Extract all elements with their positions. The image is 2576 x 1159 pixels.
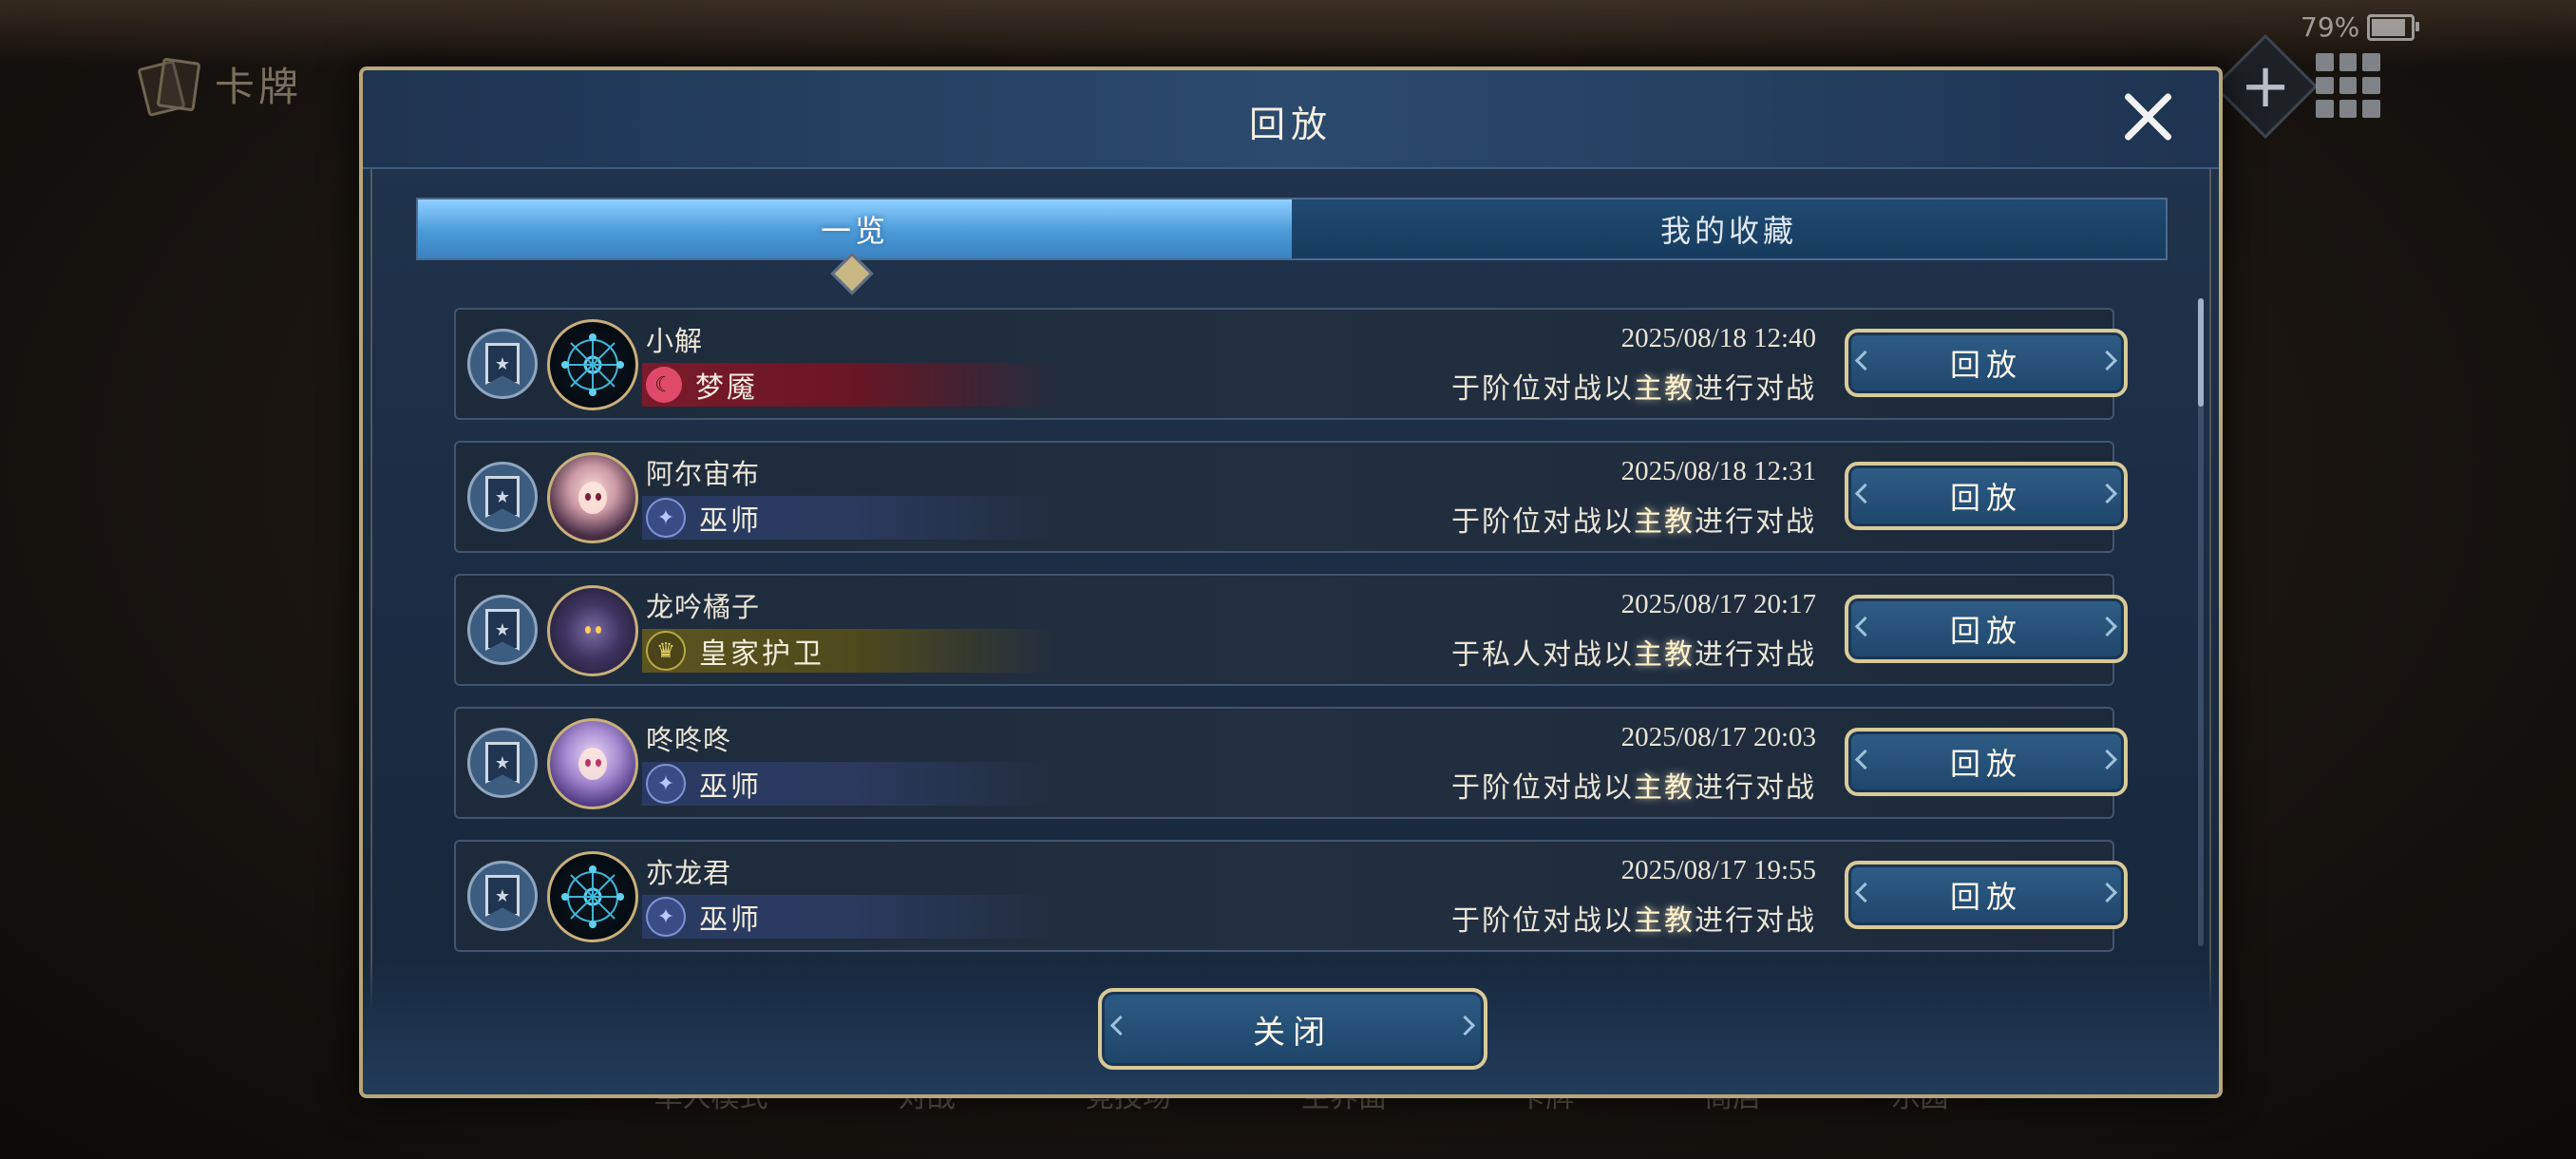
section-title-label: 卡牌 — [215, 64, 303, 110]
replay-description: 于私人对战以主教进行对战 — [1341, 631, 1816, 673]
plus-icon: + — [2240, 51, 2291, 122]
mode-text: 于阶位对战以 — [1451, 904, 1634, 938]
replay-row: ★ 龙吟橘子 ♛ 皇家护卫 2025/08/17 20:17 于私人对战以主教进… — [454, 574, 2128, 686]
nightmare-class-icon: ☾ — [646, 367, 682, 403]
replay-button[interactable]: 回放 — [1845, 462, 2128, 530]
avatar — [547, 851, 638, 942]
replay-button[interactable]: 回放 — [1845, 861, 2128, 929]
replay-row: ★ 亦龙君 ✦ 巫师 2025/08/17 19:55 于阶位对战以主教进行对战… — [454, 840, 2128, 952]
close-button[interactable]: 关闭 — [1098, 988, 1487, 1070]
avatar — [547, 585, 638, 676]
replay-row: ★ 阿尔宙布 ✦ 巫师 2025/08/18 12:31 于阶位对战以主教进行对… — [454, 441, 2128, 553]
replay-button[interactable]: 回放 — [1845, 728, 2128, 796]
replay-description: 于阶位对战以主教进行对战 — [1341, 498, 1816, 540]
emblem-icon — [561, 865, 624, 928]
mage-class-icon: ✦ — [646, 764, 686, 804]
close-icon[interactable] — [2120, 89, 2175, 144]
role-text: 主教 — [1634, 638, 1695, 672]
class-name: 巫师 — [699, 903, 762, 937]
role-text: 主教 — [1634, 771, 1695, 805]
mode-text: 于阶位对战以 — [1451, 372, 1634, 406]
mode-text: 于阶位对战以 — [1451, 771, 1634, 805]
battery-percent: 79% — [2301, 11, 2360, 43]
role-text: 主教 — [1634, 505, 1695, 539]
scroll-thumb[interactable] — [2198, 298, 2204, 407]
mode-suffix: 进行对战 — [1695, 505, 1816, 539]
player-name: 龙吟橘子 — [646, 591, 761, 623]
replay-button[interactable]: 回放 — [1845, 595, 2128, 663]
replay-datetime: 2025/08/18 12:40 — [1620, 323, 1816, 353]
scrollbar[interactable] — [2198, 298, 2204, 946]
player-name: 小解 — [646, 325, 704, 357]
dialog-header: 回放 — [363, 70, 2219, 169]
tab-my-favorites[interactable]: 我的收藏 — [1292, 200, 2166, 258]
battery-icon — [2367, 13, 2420, 41]
mode-suffix: 进行对战 — [1695, 638, 1816, 672]
replay-description: 于阶位对战以主教进行对战 — [1341, 764, 1816, 806]
bookmark-star-icon: ★ — [485, 476, 520, 518]
replay-list: ★ 小解 ☾ 梦魇 2025/08/18 12:40 于阶位对战以主教进行对战 … — [454, 308, 2128, 973]
mage-class-icon: ✦ — [646, 897, 686, 937]
replay-datetime: 2025/08/18 12:31 — [1620, 456, 1816, 486]
bookmark-star-icon: ★ — [485, 875, 520, 917]
favorite-button[interactable]: ★ — [467, 329, 538, 399]
tab-overview[interactable]: 一览 — [418, 200, 1292, 258]
replay-datetime: 2025/08/17 20:03 — [1620, 722, 1816, 752]
mode-suffix: 进行对战 — [1695, 372, 1816, 406]
class-badge: ✦ 巫师 — [642, 762, 1060, 806]
mode-suffix: 进行对战 — [1695, 771, 1816, 805]
replay-dialog: 回放 一览 我的收藏 ★ 小解 ☾ 梦魇 2025/08/18 12:40 于阶… — [359, 66, 2223, 1098]
player-name: 阿尔宙布 — [646, 458, 761, 490]
royal-crown-icon: ♛ — [646, 631, 686, 671]
class-name: 巫师 — [699, 504, 762, 538]
mode-suffix: 进行对战 — [1695, 904, 1816, 938]
class-badge: ✦ 巫师 — [642, 496, 1060, 540]
bookmark-star-icon: ★ — [485, 343, 520, 385]
player-name: 咚咚咚 — [646, 724, 732, 756]
bookmark-star-icon: ★ — [485, 742, 520, 784]
section-title: 卡牌 — [137, 55, 303, 117]
battery-indicator: 79% — [2301, 11, 2420, 43]
class-badge: ☾ 梦魇 — [642, 363, 1060, 407]
avatar — [547, 319, 638, 410]
player-name: 亦龙君 — [646, 857, 732, 889]
background-top — [0, 0, 2576, 66]
favorite-button[interactable]: ★ — [467, 728, 538, 798]
favorite-button[interactable]: ★ — [467, 861, 538, 931]
mage-class-icon: ✦ — [646, 498, 686, 538]
class-name: 巫师 — [699, 770, 762, 804]
replay-row: ★ 咚咚咚 ✦ 巫师 2025/08/17 20:03 于阶位对战以主教进行对战… — [454, 707, 2128, 819]
role-text: 主教 — [1634, 372, 1695, 406]
replay-row: ★ 小解 ☾ 梦魇 2025/08/18 12:40 于阶位对战以主教进行对战 … — [454, 308, 2128, 420]
role-text: 主教 — [1634, 904, 1695, 938]
emblem-icon — [561, 333, 624, 396]
tab-bar: 一览 我的收藏 — [416, 198, 2168, 260]
replay-button[interactable]: 回放 — [1845, 329, 2128, 397]
grid-menu-icon[interactable] — [2316, 53, 2380, 118]
replay-description: 于阶位对战以主教进行对战 — [1341, 365, 1816, 407]
replay-datetime: 2025/08/17 19:55 — [1620, 855, 1816, 885]
favorite-button[interactable]: ★ — [467, 595, 538, 665]
class-badge: ✦ 巫师 — [642, 895, 1060, 939]
class-name: 梦魇 — [695, 371, 758, 405]
class-badge: ♛ 皇家护卫 — [642, 629, 1060, 673]
avatar — [547, 452, 638, 543]
mode-text: 于阶位对战以 — [1451, 505, 1634, 539]
favorite-button[interactable]: ★ — [467, 462, 538, 532]
bookmark-star-icon: ★ — [485, 609, 520, 651]
replay-datetime: 2025/08/17 20:17 — [1620, 589, 1816, 619]
replay-description: 于阶位对战以主教进行对战 — [1341, 897, 1816, 939]
dialog-title: 回放 — [1248, 104, 1333, 145]
mode-text: 于私人对战以 — [1451, 638, 1634, 672]
class-name: 皇家护卫 — [699, 637, 824, 671]
avatar — [547, 718, 638, 809]
cards-icon — [137, 56, 201, 117]
